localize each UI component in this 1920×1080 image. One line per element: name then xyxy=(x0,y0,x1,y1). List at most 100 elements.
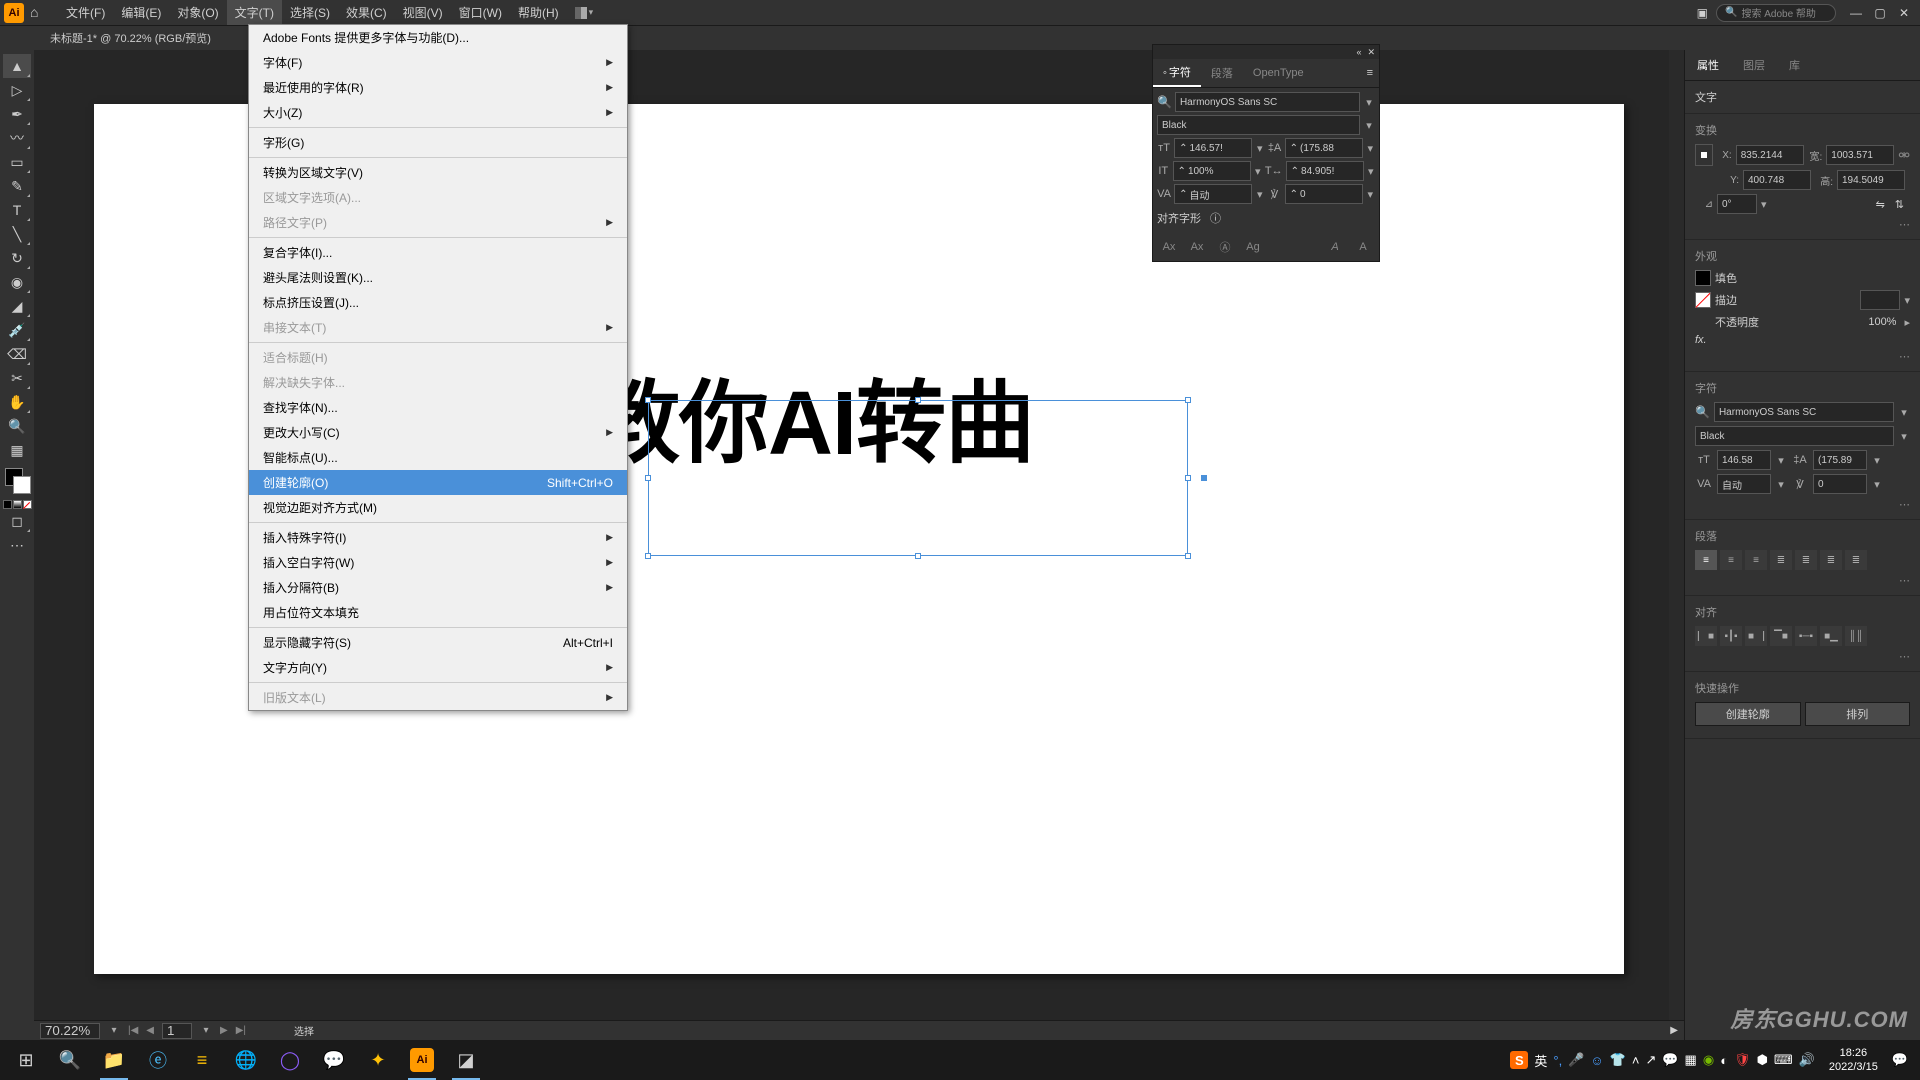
mini-swatch-color[interactable] xyxy=(3,500,12,509)
align-vcenter[interactable]: ▪─▪ xyxy=(1795,626,1817,646)
menu-item[interactable]: 插入分隔符(B)▶ xyxy=(249,575,627,600)
tray-notifications-icon[interactable]: 💬 xyxy=(1892,1052,1908,1068)
shape-builder-tool[interactable]: ◉ xyxy=(3,270,31,294)
rp-weight-input[interactable] xyxy=(1695,426,1894,446)
menu-item[interactable]: Adobe Fonts 提供更多字体与功能(D)... xyxy=(249,25,627,50)
menu-file[interactable]: 文件(F) xyxy=(58,0,113,25)
rp-font-dd-icon[interactable]: ▾ xyxy=(1898,406,1910,419)
tab-properties[interactable]: 属性 xyxy=(1685,50,1731,80)
rp-leading-dd-icon[interactable]: ▾ xyxy=(1871,454,1883,467)
nav-first-icon[interactable]: |◀ xyxy=(128,1025,138,1036)
menu-item[interactable]: 智能标点(U)... xyxy=(249,445,627,470)
home-icon[interactable]: ⌂ xyxy=(30,4,48,22)
menu-item[interactable]: 字体(F)▶ xyxy=(249,50,627,75)
close-button[interactable]: ✕ xyxy=(1892,4,1916,22)
menu-window[interactable]: 窗口(W) xyxy=(451,0,510,25)
arrange-button[interactable]: 排列 xyxy=(1805,702,1911,726)
screen-mode-tool[interactable]: ◻ xyxy=(3,509,31,533)
search-input[interactable]: 🔍搜索 Adobe 帮助 xyxy=(1716,4,1836,22)
stroke-dropdown-icon[interactable]: ▾ xyxy=(1904,294,1910,307)
char-more-icon[interactable]: ⋯ xyxy=(1695,498,1910,511)
menu-item[interactable]: 创建轮廓(O)Shift+Ctrl+O xyxy=(249,470,627,495)
cp-snap-info-icon[interactable]: ⓘ xyxy=(1210,210,1221,226)
tray-security-icon[interactable]: 🛡 xyxy=(1734,1052,1751,1068)
cp-weight-input[interactable]: Black xyxy=(1157,115,1360,135)
para-justify-all[interactable]: ≣ xyxy=(1845,550,1867,570)
cp-leading-input[interactable]: ⌃(175.88 xyxy=(1285,138,1363,158)
curvature-tool[interactable]: 〰 xyxy=(3,126,31,150)
align-more-icon[interactable]: ⋯ xyxy=(1695,650,1910,663)
fx-label[interactable]: fx. xyxy=(1695,334,1707,346)
rp-tracking-dd-icon[interactable]: ▾ xyxy=(1871,478,1883,491)
tab-paragraph[interactable]: 段落 xyxy=(1201,60,1243,86)
tray-app-icon-3[interactable]: ◐ xyxy=(1720,1053,1728,1068)
taskbar-app2[interactable]: ◯ xyxy=(268,1040,312,1080)
nav-last-icon[interactable]: ▶| xyxy=(236,1025,246,1036)
rp-size-dd-icon[interactable]: ▾ xyxy=(1775,454,1787,467)
menu-item[interactable]: 复合字体(I)... xyxy=(249,240,627,265)
cp-kerning-dd-icon[interactable]: ▾ xyxy=(1255,188,1264,201)
tray-wechat-icon[interactable]: 💬 xyxy=(1662,1052,1678,1068)
menu-item[interactable]: 转换为区域文字(V) xyxy=(249,160,627,185)
glyph-btn-4[interactable]: Ag xyxy=(1241,237,1265,257)
tray-volume-icon[interactable]: 🔊 xyxy=(1799,1052,1815,1068)
minimize-button[interactable]: — xyxy=(1844,4,1868,22)
taskbar-search[interactable]: 🔍 xyxy=(48,1040,92,1080)
rp-size-input[interactable] xyxy=(1717,450,1771,470)
nav-next-icon[interactable]: ▶ xyxy=(220,1025,228,1036)
para-align-left[interactable]: ≡ xyxy=(1695,550,1717,570)
maximize-button[interactable]: ▢ xyxy=(1868,4,1892,22)
cp-search-icon[interactable]: 🔍 xyxy=(1157,95,1172,109)
taskbar-app3[interactable]: ✦ xyxy=(356,1040,400,1080)
tray-ime-skin-icon[interactable]: 👕 xyxy=(1610,1052,1626,1068)
para-align-center[interactable]: ≡ xyxy=(1720,550,1742,570)
reference-point-icon[interactable] xyxy=(1695,144,1713,166)
menu-item[interactable]: 插入特殊字符(I)▶ xyxy=(249,525,627,550)
menu-item[interactable]: 查找字体(N)... xyxy=(249,395,627,420)
type-tool[interactable]: T xyxy=(3,198,31,222)
menu-item[interactable]: 显示隐藏字符(S)Alt+Ctrl+I xyxy=(249,630,627,655)
menu-effect[interactable]: 效果(C) xyxy=(338,0,395,25)
menu-item[interactable]: 避头尾法则设置(K)... xyxy=(249,265,627,290)
line-tool[interactable]: ╲ xyxy=(3,222,31,246)
menu-type[interactable]: 文字(T) xyxy=(227,0,282,25)
scissors-tool[interactable]: ✂ xyxy=(3,366,31,390)
cp-size-dd-icon[interactable]: ▾ xyxy=(1255,142,1264,155)
tray-nvidia-icon[interactable]: ◉ xyxy=(1703,1052,1714,1068)
menu-view[interactable]: 视图(V) xyxy=(395,0,451,25)
stroke-swatch[interactable] xyxy=(1695,292,1711,308)
rp-kerning-input[interactable] xyxy=(1717,474,1771,494)
align-right[interactable]: ■⎹ xyxy=(1745,626,1767,646)
rp-kerning-dd-icon[interactable]: ▾ xyxy=(1775,478,1787,491)
para-justify-left[interactable]: ≣ xyxy=(1770,550,1792,570)
artboard-num-input[interactable] xyxy=(162,1023,192,1039)
para-more-icon[interactable]: ⋯ xyxy=(1695,574,1910,587)
cp-kerning-input[interactable]: ⌃自动 xyxy=(1174,184,1252,204)
status-arrow-icon[interactable]: ▶ xyxy=(1670,1025,1678,1036)
align-hcenter[interactable]: ▪┃▪ xyxy=(1720,626,1742,646)
edit-toolbar-button[interactable]: ⋯ xyxy=(3,533,31,557)
cp-tracking-input[interactable]: ⌃0 xyxy=(1285,184,1363,204)
link-wh-icon[interactable]: ⚮ xyxy=(1898,147,1910,164)
cp-vscale-dd-icon[interactable]: ▾ xyxy=(1254,165,1262,178)
transform-y-input[interactable] xyxy=(1743,170,1811,190)
start-button[interactable]: ⊞ xyxy=(4,1040,48,1080)
paintbrush-tool[interactable]: ✎ xyxy=(3,174,31,198)
hand-tool[interactable]: ✋ xyxy=(3,390,31,414)
tab-character[interactable]: ◦字符 xyxy=(1153,59,1201,87)
menu-item[interactable]: 更改大小写(C)▶ xyxy=(249,420,627,445)
cp-hscale-dd-icon[interactable]: ▾ xyxy=(1367,165,1375,178)
eyedropper-tool[interactable]: 💉 xyxy=(3,318,31,342)
flip-v-icon[interactable]: ⇅ xyxy=(1895,198,1904,211)
anchor-point[interactable] xyxy=(1201,475,1207,481)
menu-item[interactable]: 大小(Z)▶ xyxy=(249,100,627,125)
panel-collapse-icon[interactable]: « xyxy=(1356,47,1361,57)
transform-x-input[interactable] xyxy=(1736,145,1804,165)
flip-h-icon[interactable]: ⇋ xyxy=(1876,198,1885,211)
tray-ime-punct-icon[interactable]: °, xyxy=(1553,1053,1562,1068)
transform-h-input[interactable] xyxy=(1837,170,1905,190)
cp-vscale-input[interactable]: ⌃100% xyxy=(1173,161,1251,181)
taskbar-edge[interactable]: ⓔ xyxy=(136,1040,180,1080)
tray-arrow-up-icon[interactable]: ˄ xyxy=(1632,1053,1640,1068)
para-justify-right[interactable]: ≣ xyxy=(1820,550,1842,570)
